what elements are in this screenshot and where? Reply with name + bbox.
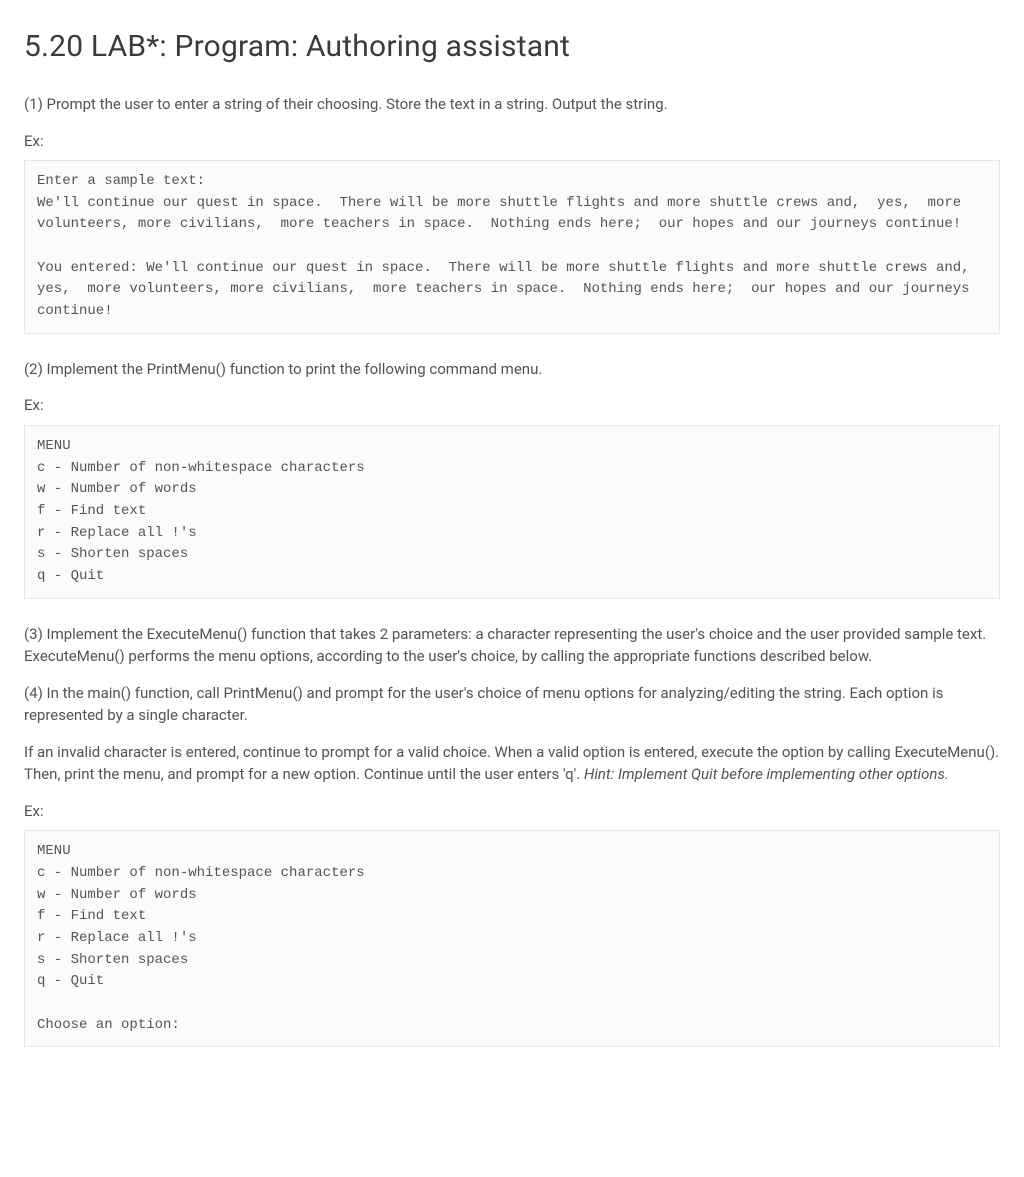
page-title: 5.20 LAB*: Program: Authoring assistant: [24, 24, 1000, 69]
step1-code-block: Enter a sample text: We'll continue our …: [24, 160, 1000, 334]
step1-text: (1) Prompt the user to enter a string of…: [24, 93, 1000, 116]
step3-text: (3) Implement the ExecuteMenu() function…: [24, 623, 1000, 668]
step1-example-label: Ex:: [24, 130, 1000, 153]
step4-code-block: MENU c - Number of non-whitespace charac…: [24, 830, 1000, 1047]
step4-text-2: If an invalid character is entered, cont…: [24, 741, 1000, 786]
step2-code-block: MENU c - Number of non-whitespace charac…: [24, 425, 1000, 599]
step2-example-label: Ex:: [24, 394, 1000, 417]
step4-text-1: (4) In the main() function, call PrintMe…: [24, 682, 1000, 727]
step4-example-label: Ex:: [24, 800, 1000, 823]
step4-hint: Hint: Implement Quit before implementing…: [584, 765, 949, 783]
step2-text: (2) Implement the PrintMenu() function t…: [24, 358, 1000, 381]
